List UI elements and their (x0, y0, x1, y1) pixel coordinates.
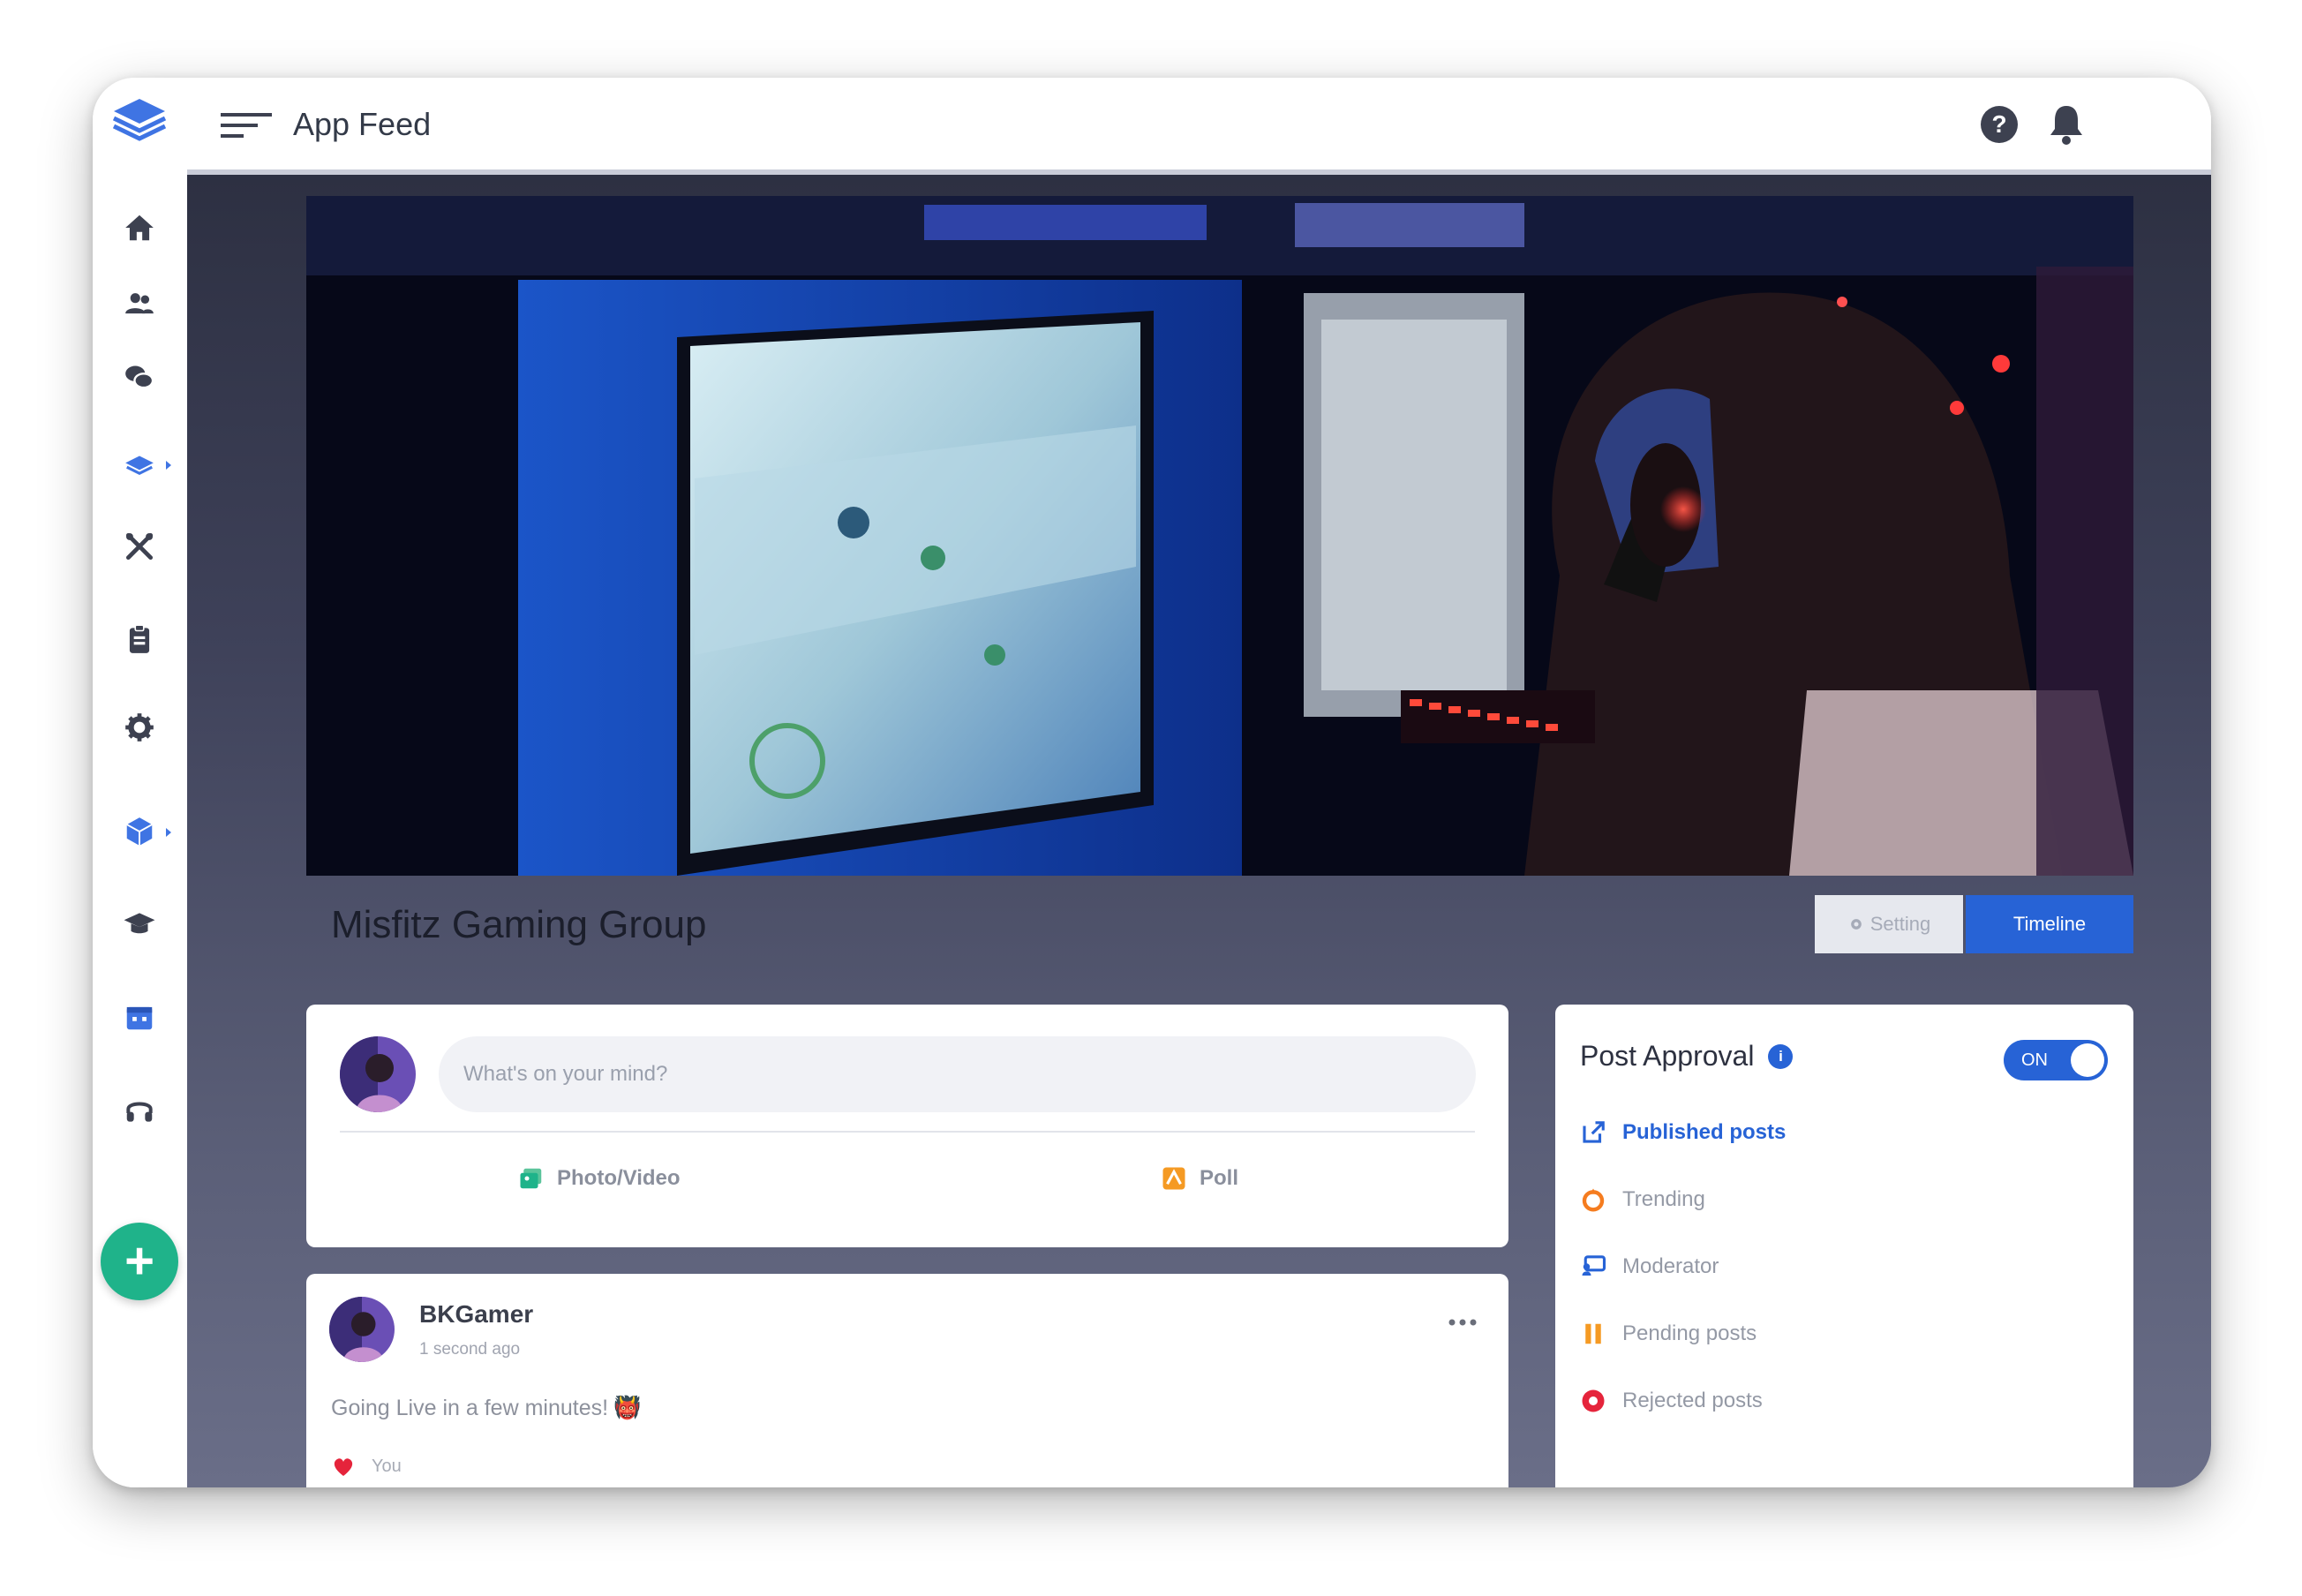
poll-button[interactable]: Poll (1161, 1159, 1238, 1198)
mind-input[interactable] (439, 1036, 1476, 1112)
gear-icon[interactable] (112, 703, 167, 752)
photo-video-label: Photo/Video (557, 1166, 681, 1190)
trending-item[interactable]: Trending (1580, 1186, 1705, 1213)
page-title: App Feed (293, 106, 432, 142)
expand-caret-icon[interactable] (162, 456, 176, 474)
post-approval-label: Post Approval (1580, 1040, 1755, 1072)
composer-divider (340, 1131, 1475, 1133)
calendar-icon[interactable] (112, 992, 167, 1042)
liked-by: You (372, 1456, 402, 1476)
more-options-icon[interactable] (1445, 1314, 1480, 1331)
add-button[interactable]: + (101, 1223, 178, 1300)
cube-icon[interactable] (112, 807, 167, 856)
toggle-label: ON (2021, 1050, 2048, 1070)
timeline-button[interactable]: Timeline (1966, 895, 2133, 953)
users-icon[interactable] (112, 279, 167, 328)
fire-icon (1582, 1188, 1605, 1212)
poll-icon (1162, 1167, 1185, 1190)
setting-label: Setting (1869, 913, 1931, 935)
cover-image (306, 196, 2133, 876)
app-window: + App Feed ? Misfitz Gaming Group Settin… (93, 78, 2211, 1487)
gear-icon-small (1850, 919, 1862, 930)
clipboard-icon[interactable] (112, 614, 167, 664)
help-icon[interactable]: ? (1979, 104, 2020, 145)
info-icon[interactable]: i (1768, 1043, 1794, 1069)
rejected-posts-label: Rejected posts (1622, 1389, 1763, 1412)
like-row: You (331, 1455, 402, 1478)
toggle-knob (2071, 1043, 2104, 1077)
post-avatar[interactable] (329, 1297, 395, 1362)
home-icon[interactable] (112, 203, 167, 252)
layers-icon[interactable] (112, 440, 167, 489)
rejected-icon (1582, 1389, 1605, 1412)
sidebar: + (93, 78, 188, 1487)
post-body: Going Live in a few minutes! 👹 (331, 1396, 641, 1421)
published-posts-item[interactable]: Published posts (1580, 1119, 1786, 1146)
logo-icon[interactable] (110, 94, 169, 147)
approval-toggle[interactable]: ON (2004, 1040, 2108, 1080)
tools-icon[interactable] (112, 522, 167, 571)
pending-posts-label: Pending posts (1622, 1321, 1757, 1345)
chat-icon[interactable] (112, 353, 167, 403)
graduation-cap-icon[interactable] (112, 900, 167, 949)
menu-icon[interactable] (221, 111, 272, 139)
feed-post: BKGamer 1 second ago Going Live in a few… (306, 1274, 1508, 1487)
rejected-posts-item[interactable]: Rejected posts (1580, 1388, 1763, 1414)
post-text: Going Live in a few minutes! (331, 1396, 609, 1420)
ogre-emoji: 👹 (613, 1396, 642, 1420)
moderator-item[interactable]: Moderator (1580, 1253, 1719, 1280)
content-area: Misfitz Gaming Group Setting Timeline Ph… (187, 175, 2211, 1487)
photo-video-button[interactable]: Photo/Video (518, 1159, 681, 1198)
external-link-icon (1583, 1121, 1605, 1143)
poll-label: Poll (1200, 1166, 1239, 1190)
bell-icon[interactable] (2046, 102, 2087, 147)
post-composer: Photo/Video Poll (306, 1005, 1508, 1247)
avatar[interactable] (340, 1036, 416, 1112)
trending-label: Trending (1622, 1187, 1705, 1211)
moderator-label: Moderator (1622, 1254, 1719, 1278)
group-name: Misfitz Gaming Group (331, 903, 707, 946)
post-approval-panel: Post Approval i ON Published posts Trend… (1555, 1005, 2133, 1487)
top-bar: App Feed ? (187, 78, 2211, 175)
post-author[interactable]: BKGamer (419, 1300, 533, 1329)
svg-text:?: ? (1991, 110, 2006, 138)
pause-icon (1585, 1323, 1601, 1344)
moderator-icon (1582, 1255, 1606, 1276)
post-approval-title: Post Approval i (1580, 1040, 1794, 1073)
photo-icon (520, 1168, 542, 1189)
pending-posts-item[interactable]: Pending posts (1580, 1321, 1757, 1347)
headset-icon[interactable] (112, 1086, 167, 1135)
published-posts-label: Published posts (1622, 1120, 1787, 1144)
expand-caret-icon-2[interactable] (162, 824, 176, 841)
heart-icon[interactable] (331, 1455, 356, 1478)
post-time: 1 second ago (419, 1340, 521, 1359)
setting-button[interactable]: Setting (1815, 895, 1963, 953)
